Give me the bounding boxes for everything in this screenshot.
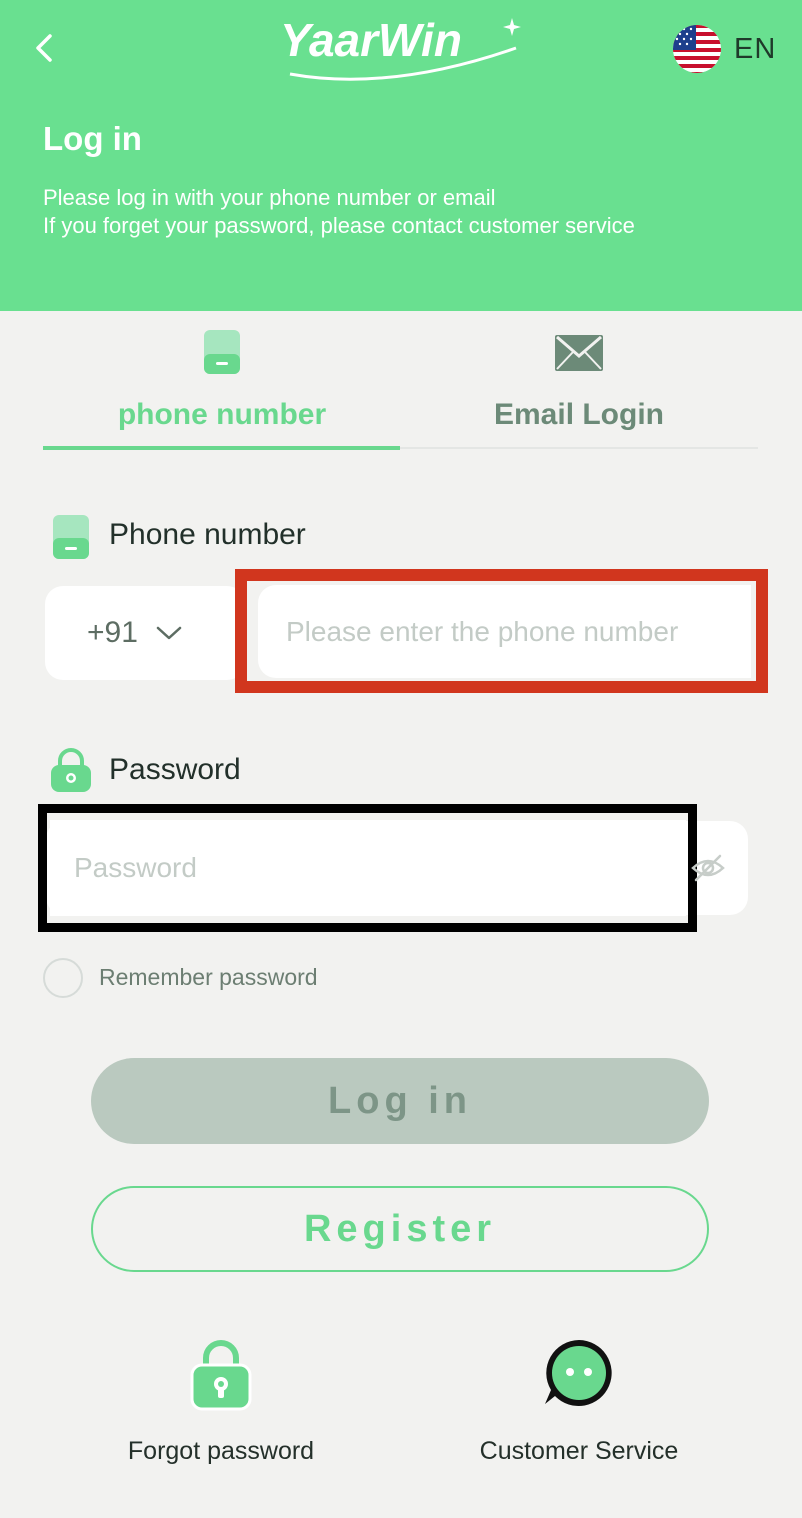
password-field-label: Password	[109, 753, 241, 786]
forgot-password-lock-icon	[190, 1340, 252, 1411]
tab-phone-number[interactable]: phone number	[43, 322, 401, 450]
customer-service-label: Customer Service	[479, 1437, 679, 1465]
country-code-selector[interactable]: +91	[45, 586, 245, 680]
tab-email-label: Email Login	[493, 398, 664, 431]
tab-active-indicator	[43, 446, 400, 450]
phone-field-icon	[53, 515, 89, 559]
yaarwin-logo: YaarWin	[280, 14, 521, 81]
mail-icon	[555, 335, 603, 371]
subtitle-line-2: If you forget your password, please cont…	[43, 213, 635, 238]
page-title: Log in	[43, 120, 142, 157]
remember-password-label[interactable]: Remember password	[99, 964, 318, 991]
subtitle-line-1: Please log in with your phone number or …	[43, 185, 496, 210]
logo-text: YaarWin	[280, 14, 462, 66]
login-button[interactable]: Log in	[91, 1058, 709, 1144]
language-selector[interactable]: EN	[672, 24, 776, 74]
back-arrow-icon[interactable]	[30, 30, 62, 66]
remember-password-checkbox[interactable]	[43, 958, 83, 998]
forgot-password-label: Forgot password	[127, 1437, 315, 1465]
tab-phone-label: phone number	[117, 398, 327, 431]
language-code: EN	[734, 32, 777, 65]
register-button[interactable]: Register	[91, 1186, 709, 1272]
country-code-value: +91	[87, 616, 138, 649]
lock-icon	[51, 748, 91, 792]
eye-hidden-icon[interactable]	[690, 850, 726, 886]
tab-email-login[interactable]: Email Login	[400, 322, 758, 450]
phone-field-label: Phone number	[109, 518, 306, 551]
password-input[interactable]	[50, 820, 686, 916]
customer-service-link[interactable]: Customer Service	[439, 1336, 719, 1476]
forgot-password-link[interactable]: Forgot password	[81, 1336, 361, 1476]
us-flag-icon	[673, 25, 721, 73]
phone-number-input[interactable]	[258, 585, 751, 678]
phone-icon	[204, 330, 240, 374]
chevron-down-icon	[156, 626, 182, 640]
header: YaarWin EN Log in Please log in with you…	[0, 0, 802, 311]
customer-service-chat-icon	[545, 1340, 612, 1406]
tab-divider	[400, 447, 758, 449]
